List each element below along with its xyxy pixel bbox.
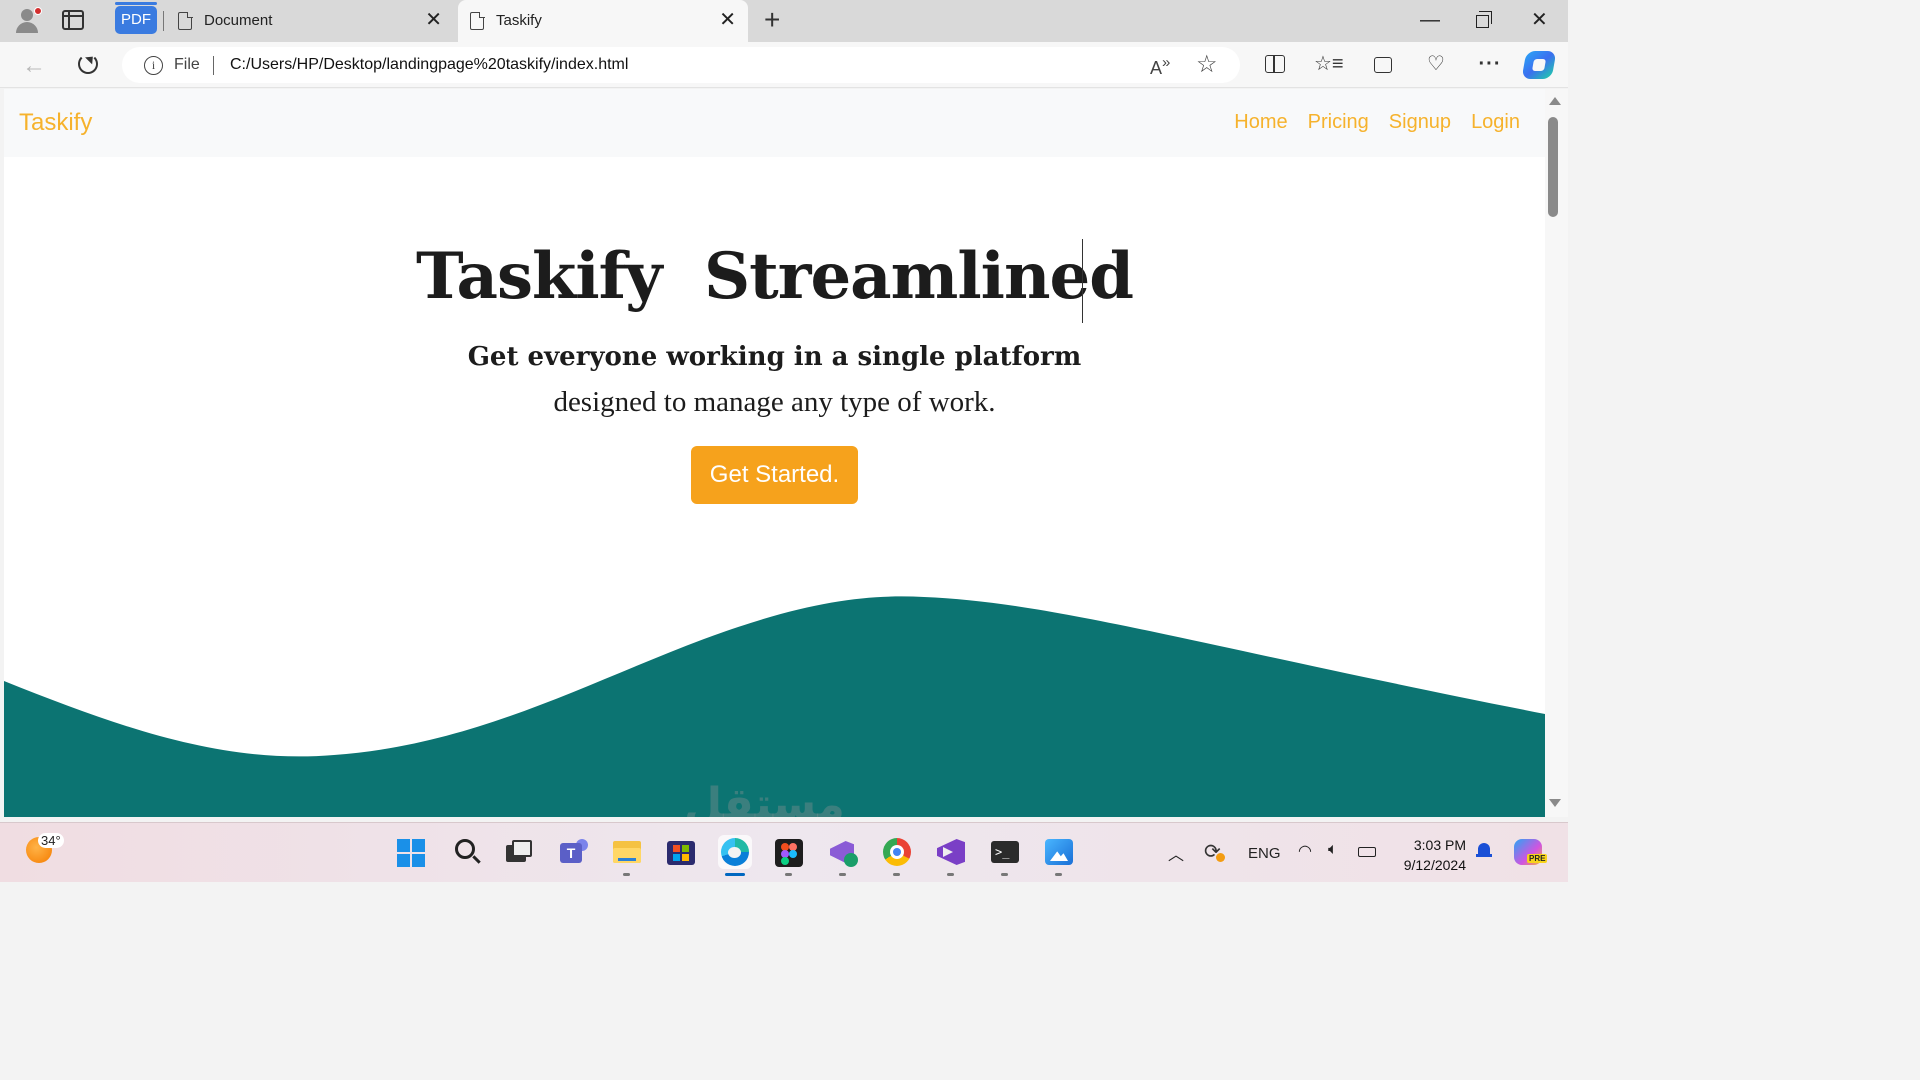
scroll-down-icon[interactable] — [1549, 799, 1561, 807]
show-hidden-icons-chevron-icon[interactable]: ︿ — [1168, 841, 1184, 901]
task-view-icon[interactable] — [502, 835, 536, 869]
browser-essentials-icon[interactable]: ♡ — [1422, 50, 1450, 78]
edge-icon[interactable] — [718, 835, 752, 876]
notification-bell-icon[interactable] — [1476, 841, 1492, 859]
input-language[interactable]: ENG — [1248, 845, 1281, 905]
preview-badge: PRE — [1527, 854, 1548, 863]
battery-icon[interactable] — [1358, 847, 1376, 857]
teams-icon[interactable]: T — [556, 835, 590, 869]
tab-actions-icon[interactable] — [62, 10, 84, 30]
site-navbar: Taskify Home Pricing Signup Login — [4, 89, 1545, 157]
microsoft-store-icon[interactable] — [664, 835, 698, 869]
figma-icon[interactable] — [772, 835, 806, 876]
site-info-icon[interactable]: i — [144, 56, 163, 75]
scroll-up-icon[interactable] — [1549, 97, 1561, 105]
url-scheme-label: File — [174, 56, 200, 73]
copilot-icon[interactable] — [1521, 51, 1557, 79]
get-started-button[interactable]: Get Started. — [691, 446, 858, 504]
collections-icon[interactable] — [1368, 50, 1396, 78]
clock[interactable]: 3:03 PM 9/12/2024 — [1394, 835, 1466, 895]
site-brand-link[interactable]: Taskify — [19, 109, 92, 137]
wifi-icon[interactable]: ◠ — [1298, 841, 1312, 901]
typing-caret — [1082, 239, 1083, 323]
search-icon[interactable] — [450, 835, 484, 869]
watermark-logo: مستقل — [684, 779, 845, 817]
back-arrow-icon[interactable]: ← — [22, 52, 46, 80]
url-text[interactable]: C:/Users/HP/Desktop/landingpage%20taskif… — [230, 56, 628, 74]
notification-dot — [34, 7, 42, 15]
photos-icon[interactable] — [1042, 835, 1076, 876]
minimize-button[interactable]: — — [1420, 8, 1440, 32]
visual-studio-icon[interactable] — [934, 835, 968, 876]
tab-close-icon[interactable]: ✕ — [425, 9, 442, 31]
tab-separator — [163, 11, 164, 31]
hero-subtitle-bold: Get everyone working in a single platfor… — [467, 342, 1082, 372]
tab-title: Document — [204, 12, 273, 29]
terminal-icon[interactable]: >_ — [988, 835, 1022, 876]
weather-temperature: 34° — [38, 833, 64, 848]
page-icon — [178, 11, 193, 30]
reload-icon[interactable] — [78, 54, 98, 74]
start-icon[interactable] — [394, 835, 428, 869]
favorite-star-icon[interactable]: ☆ — [1196, 50, 1218, 79]
split-screen-icon[interactable] — [1260, 50, 1288, 78]
nav-link-signup[interactable]: Signup — [1389, 111, 1451, 134]
tab-taskify[interactable]: Taskify ✕ — [458, 0, 748, 42]
favorites-icon[interactable]: ☆≡ — [1314, 50, 1344, 78]
hero-subtitle: designed to manage any type of work. — [553, 386, 996, 418]
nav-link-pricing[interactable]: Pricing — [1308, 111, 1369, 134]
file-explorer-icon[interactable] — [610, 835, 644, 876]
tab-document[interactable]: Document ✕ — [166, 0, 454, 42]
pinned-tab-pdf[interactable]: PDF — [115, 2, 157, 34]
restore-button[interactable] — [1476, 11, 1492, 28]
sync-icon[interactable]: ⟳ — [1204, 839, 1225, 899]
page-scrollbar[interactable] — [1545, 89, 1568, 817]
chrome-icon[interactable] — [880, 835, 914, 876]
page-viewport: Taskify Home Pricing Signup Login Taskif… — [4, 89, 1545, 817]
tab-close-icon[interactable]: ✕ — [719, 9, 736, 31]
browser-toolbar: ← i File C:/Users/HP/Desktop/landingpage… — [0, 42, 1568, 88]
visual-studio-installer-icon[interactable] — [826, 835, 860, 876]
tab-title: Taskify — [496, 12, 542, 29]
address-bar[interactable]: i File C:/Users/HP/Desktop/landingpage%2… — [122, 47, 1240, 83]
profile-avatar-icon[interactable] — [14, 7, 42, 33]
close-window-button[interactable]: ✕ — [1531, 8, 1548, 32]
copilot-taskbar-icon[interactable]: PRE — [1514, 839, 1548, 865]
new-tab-button[interactable]: + — [764, 6, 780, 34]
scroll-thumb[interactable] — [1548, 117, 1558, 217]
windows-taskbar: 34° T >_ ︿ ⟳ ENG ◠ 🔈︎ 3:03 PM 9/12/2024 … — [0, 822, 1568, 882]
more-icon[interactable]: ··· — [1476, 50, 1504, 78]
nav-link-login[interactable]: Login — [1471, 111, 1520, 134]
read-aloud-icon[interactable]: A» — [1150, 54, 1170, 79]
site-nav-links: Home Pricing Signup Login — [1234, 111, 1520, 134]
volume-icon[interactable]: 🔈︎ — [1328, 841, 1338, 901]
nav-link-home[interactable]: Home — [1234, 111, 1287, 134]
page-icon — [470, 11, 485, 30]
address-divider — [213, 56, 214, 75]
clock-date: 9/12/2024 — [1403, 857, 1466, 873]
clock-time: 3:03 PM — [1413, 837, 1466, 853]
tab-strip: PDF Document ✕ Taskify ✕ + — ✕ — [0, 0, 1568, 42]
hero-title: Taskify Streamlined — [416, 239, 1134, 314]
